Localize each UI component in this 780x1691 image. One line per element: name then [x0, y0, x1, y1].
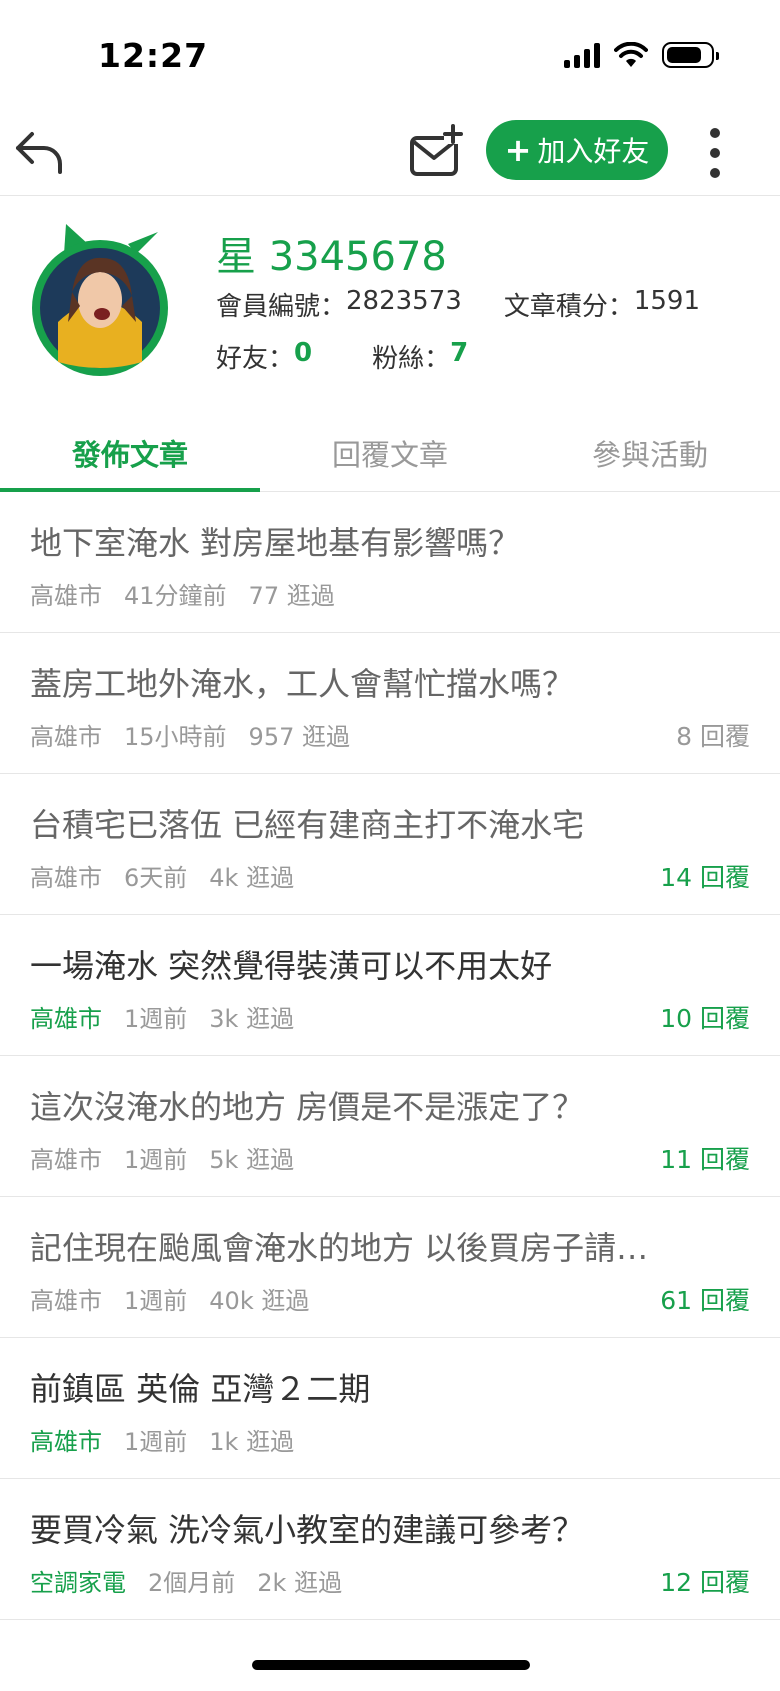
post-category: 高雄市 [30, 1146, 102, 1174]
tab-replies[interactable]: 回覆文章 [260, 412, 520, 491]
post-views: 5k 逛過 [209, 1146, 295, 1174]
plus-icon: + [504, 131, 532, 169]
post-title: 地下室淹水 對房屋地基有影響嗎？ [30, 524, 521, 562]
wifi-icon [614, 42, 648, 67]
post-replies: 11 回覆 [660, 1145, 750, 1174]
post-views: 2k 逛過 [257, 1569, 343, 1597]
profile-stats-row: 會員編號： 2823573 文章積分： 1591 [216, 286, 700, 323]
score-label: 文章積分： [503, 292, 634, 322]
post-replies: 61 回覆 [660, 1286, 750, 1315]
list-item[interactable]: 這次沒淹水的地方 房價是不是漲定了？ 高雄市 1週前 5k 逛過 11 回覆 [0, 1056, 780, 1197]
post-meta: 高雄市 41分鐘前 77 逛過 [30, 576, 335, 611]
fans-count[interactable]: 7 [450, 338, 468, 375]
post-meta: 空調家電 2個月前 2k 逛過 [30, 1563, 342, 1598]
post-replies: 8 回覆 [676, 722, 750, 751]
battery-icon [662, 42, 719, 68]
member-id-label: 會員編號： [216, 292, 347, 322]
post-category: 高雄市 [30, 864, 102, 892]
list-item[interactable]: 台積宅已落伍 已經有建商主打不淹水宅 高雄市 6天前 4k 逛過 14 回覆 [0, 774, 780, 915]
status-time: 12:27 [98, 36, 209, 75]
post-views: 957 逛過 [248, 723, 350, 751]
post-meta: 高雄市 6天前 4k 逛過 [30, 858, 294, 893]
back-arrow-icon[interactable] [12, 124, 68, 180]
post-category: 高雄市 [30, 1428, 102, 1456]
post-replies: 10 回覆 [660, 1004, 750, 1033]
post-time: 1週前 [124, 1428, 188, 1456]
mail-plus-icon[interactable] [408, 122, 464, 182]
post-category: 高雄市 [30, 1287, 102, 1315]
profile-social-row: 好友： 0 粉絲： 7 [216, 338, 468, 375]
post-title: 記住現在颱風會淹水的地方 以後買房子請… [30, 1229, 649, 1267]
fans-label: 粉絲： [372, 344, 451, 374]
post-category: 高雄市 [30, 1005, 102, 1033]
signal-icon [564, 42, 600, 68]
post-time: 1週前 [124, 1005, 188, 1033]
tab-posts[interactable]: 發佈文章 [0, 412, 260, 492]
friends-label: 好友： [216, 344, 295, 374]
list-item[interactable]: 記住現在颱風會淹水的地方 以後買房子請… 高雄市 1週前 40k 逛過 61 回… [0, 1197, 780, 1338]
post-time: 1週前 [124, 1287, 188, 1315]
post-category: 高雄市 [30, 582, 102, 610]
member-id: 2823573 [346, 286, 462, 316]
post-views: 1k 逛過 [209, 1428, 295, 1456]
list-item[interactable]: 蓋房工地外淹水，工人會幫忙擋水嗎？ 高雄市 15小時前 957 逛過 8 回覆 [0, 633, 780, 774]
friends-count[interactable]: 0 [294, 338, 312, 375]
list-item[interactable]: 地下室淹水 對房屋地基有影響嗎？ 高雄市 41分鐘前 77 逛過 [0, 492, 780, 633]
status-bar: 12:27 [0, 0, 780, 110]
avatar[interactable] [28, 222, 172, 378]
post-replies: 12 回覆 [660, 1568, 750, 1597]
post-views: 77 逛過 [248, 582, 335, 610]
profile-name: 星 3345678 [216, 234, 447, 280]
post-meta: 高雄市 1週前 5k 逛過 [30, 1140, 294, 1175]
post-time: 1週前 [124, 1146, 188, 1174]
list-item[interactable]: 一場淹水 突然覺得裝潢可以不用太好 高雄市 1週前 3k 逛過 10 回覆 [0, 915, 780, 1056]
nav-bar: + 加入好友 [0, 110, 780, 196]
post-title: 蓋房工地外淹水，工人會幫忙擋水嗎？ [30, 665, 575, 703]
post-title: 前鎮區 英倫 亞灣２二期 [30, 1370, 371, 1408]
add-friend-label: 加入好友 [537, 135, 650, 168]
post-meta: 高雄市 1週前 3k 逛過 [30, 999, 294, 1034]
post-views: 3k 逛過 [209, 1005, 295, 1033]
score-value: 1591 [633, 286, 700, 316]
post-time: 41分鐘前 [124, 582, 227, 610]
tab-activities[interactable]: 參與活動 [520, 412, 780, 491]
post-meta: 高雄市 1週前 40k 逛過 [30, 1281, 309, 1316]
list-item[interactable]: 要買冷氣 洗冷氣小教室的建議可參考？ 空調家電 2個月前 2k 逛過 12 回覆 [0, 1479, 780, 1620]
post-time: 15小時前 [124, 723, 227, 751]
more-vertical-icon[interactable] [700, 124, 730, 182]
home-indicator[interactable] [252, 1660, 530, 1670]
post-meta: 高雄市 15小時前 957 逛過 [30, 717, 350, 752]
post-time: 6天前 [124, 864, 188, 892]
post-replies: 14 回覆 [660, 863, 750, 892]
post-time: 2個月前 [148, 1569, 236, 1597]
list-item[interactable]: 前鎮區 英倫 亞灣２二期 高雄市 1週前 1k 逛過 [0, 1338, 780, 1479]
post-title: 台積宅已落伍 已經有建商主打不淹水宅 [30, 806, 585, 844]
post-category: 高雄市 [30, 723, 102, 751]
post-views: 40k 逛過 [209, 1287, 310, 1315]
post-category: 空調家電 [30, 1569, 126, 1597]
post-meta: 高雄市 1週前 1k 逛過 [30, 1422, 294, 1457]
battery-level [667, 47, 701, 63]
post-views: 4k 逛過 [209, 864, 295, 892]
profile-header: 星 3345678 會員編號： 2823573 文章積分： 1591 好友： 0… [0, 196, 780, 406]
add-friend-button[interactable]: + 加入好友 [486, 120, 668, 180]
tab-bar: 發佈文章 回覆文章 參與活動 [0, 412, 780, 492]
post-title: 要買冷氣 洗冷氣小教室的建議可參考？ [30, 1511, 585, 1549]
post-title: 這次沒淹水的地方 房價是不是漲定了？ [30, 1088, 585, 1126]
post-title: 一場淹水 突然覺得裝潢可以不用太好 [30, 947, 553, 985]
status-icons [564, 42, 719, 68]
post-list: 地下室淹水 對房屋地基有影響嗎？ 高雄市 41分鐘前 77 逛過 蓋房工地外淹水… [0, 492, 780, 1620]
